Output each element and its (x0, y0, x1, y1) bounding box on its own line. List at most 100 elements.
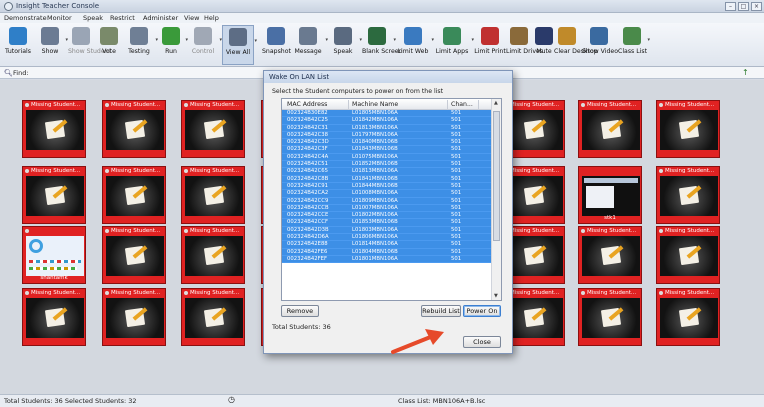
student-tile[interactable]: Missing Student... (22, 166, 86, 224)
control-button[interactable]: Control ▾ (188, 25, 222, 65)
column-mac-address[interactable]: MAC Address (287, 101, 327, 108)
student-tile[interactable]: Missing Student... (578, 100, 642, 158)
toolbar-label: Control (191, 48, 215, 55)
student-tile[interactable]: Missing Student... (102, 288, 166, 346)
mac-address: 002324B42C8B (287, 175, 329, 182)
list-item[interactable]: 002324B30E82 L01805MBN106A 501 (282, 110, 492, 118)
clear-desktop-button[interactable]: Clear Desktop (554, 25, 598, 65)
mute-button[interactable]: Mute (534, 25, 554, 65)
window-title: Insight Teacher Console (16, 2, 100, 10)
status-class-list: Class List: MBN106A+B.lsc (398, 397, 486, 405)
student-tile[interactable]: Missing Student... (181, 166, 245, 224)
column-channel[interactable]: Chan... (451, 101, 473, 108)
student-tile[interactable]: Missing Student... (181, 226, 245, 284)
list-item[interactable]: 002324B42C8B L01841MBN106B 501 (282, 175, 492, 183)
menu-help[interactable]: Help (204, 14, 219, 22)
list-item[interactable]: 002324B42CCB L01007MBN106A 501 (282, 204, 492, 213)
toolbar-label: Clear Desktop (554, 48, 598, 55)
find-icon[interactable]: 🔍︎ (4, 69, 13, 77)
menu-view[interactable]: View (184, 14, 199, 22)
list-item[interactable]: 002324B42FEF L01801MBN106A 501 (282, 255, 492, 264)
student-tile[interactable]: Missing Student... (578, 288, 642, 346)
dropdown-arrow-icon[interactable]: ▾ (647, 37, 650, 43)
status-total: Total Students: 36 Selected Students: 32 (4, 397, 137, 405)
student-tile[interactable]: Missing Student... (22, 100, 86, 158)
list-item[interactable]: 002324B42C3D L01840MBN106B 501 (282, 139, 492, 147)
student-tile[interactable]: Missing Student... (181, 288, 245, 346)
screen-thumbnail (106, 110, 164, 150)
menu-speak[interactable]: Speak (83, 14, 103, 22)
show-video-button[interactable]: Show Video (582, 25, 618, 65)
menu-administer[interactable]: Administer (143, 14, 178, 22)
student-tile[interactable]: stk1 (578, 166, 642, 224)
list-item[interactable]: 002324B42E88 L01814MBN106A 501 (282, 241, 492, 249)
list-item[interactable]: 002324B42C65 L01813MBN106A 501 (282, 168, 492, 176)
tutorials-button[interactable]: Tutorials (4, 25, 32, 65)
student-tile[interactable]: Missing Student... (656, 226, 720, 284)
menu-restrict[interactable]: Restrict (110, 14, 135, 22)
list-item[interactable]: 002324B42FE6 L01804MBN106B 501 (282, 248, 492, 256)
blank-screen-button[interactable]: Blank Screen ▾ (362, 25, 403, 65)
find-label[interactable]: Find: (13, 69, 29, 77)
list-item[interactable]: 002324B42C91 L01844MBN106B 501 (282, 182, 492, 191)
maximize-button[interactable]: □ (738, 2, 749, 11)
list-item[interactable]: 002324B42CCF L01853MBN106B 501 (282, 219, 492, 227)
message-button[interactable]: Message ▾ (292, 25, 328, 65)
close-button[interactable]: Close (463, 336, 501, 348)
list-scrollbar[interactable]: ▲ ▼ (491, 99, 501, 300)
column-machine-name[interactable]: Machine Name (352, 101, 398, 108)
limit-print-button[interactable]: Limit Print (474, 25, 506, 65)
student-tile[interactable]: Missing Student... (102, 166, 166, 224)
snapshot-button[interactable]: Snapshot (262, 25, 291, 65)
vote-button[interactable]: Vote (98, 25, 120, 65)
list-item[interactable]: 002324B42C25 L01842MBN106A 501 (282, 117, 492, 125)
dropdown-arrow-icon[interactable]: ▾ (254, 38, 257, 44)
student-tile[interactable]: Missing Student... (102, 226, 166, 284)
student-tile[interactable]: Missing Student... (656, 100, 720, 158)
list-item[interactable]: 002324B42D6A L01806MBN106A 501 (282, 234, 492, 242)
list-item[interactable]: 002324B42C38 L01797MBN106A 501 (282, 131, 492, 140)
power-on-button[interactable]: Power On (463, 305, 501, 317)
screen-thumbnail (505, 298, 563, 338)
refresh-icon[interactable]: ↑ (742, 68, 750, 77)
student-tile[interactable]: Missing Student... (102, 100, 166, 158)
limit-apps-button[interactable]: Limit Apps ▾ (434, 25, 474, 65)
window-bar (584, 178, 638, 183)
student-tile[interactable]: Missing Student... (22, 288, 86, 346)
limit-web-button[interactable]: Limit Web ▾ (396, 25, 434, 65)
scroll-down-icon[interactable]: ▼ (494, 293, 498, 299)
scroll-up-icon[interactable]: ▲ (494, 100, 498, 106)
mac-list[interactable]: MAC Address Machine Name Chan... 002324B… (281, 98, 502, 301)
list-item[interactable]: 002324B42D3B L01803MBN106A 501 (282, 226, 492, 235)
testing-button[interactable]: Testing ▾ (124, 25, 158, 65)
list-item[interactable]: 002324B42C51 L01852MBN106B 501 (282, 161, 492, 169)
menu-demonstrate[interactable]: Demonstrate (4, 14, 47, 22)
list-item[interactable]: 002324B42C3F L01843MBN106B 501 (282, 146, 492, 154)
show-student-button[interactable]: Show Student (68, 25, 112, 65)
speak-button[interactable]: Speak ▾ (328, 25, 362, 65)
close-window-button[interactable]: × (751, 2, 762, 11)
list-item[interactable]: 002324B42CC9 L01809MBN106A 501 (282, 197, 492, 205)
rebuild-list-button[interactable]: Rebuild List (421, 305, 461, 317)
student-tile[interactable]: Missing Student... (656, 166, 720, 224)
student-tile[interactable]: Missing Student... (578, 226, 642, 284)
show-button[interactable]: Show ▾ (36, 25, 68, 65)
list-item[interactable]: 002324B42CCE L01802MBN106A 501 (282, 212, 492, 220)
student-tile[interactable]: shantamk (22, 226, 86, 284)
vote-icon (100, 27, 118, 45)
student-tile[interactable]: Missing Student... (181, 100, 245, 158)
list-item[interactable]: 002324B42C31 L01813MBN106A 501 (282, 124, 492, 132)
toolbar-label: Show Student (68, 48, 112, 55)
limit-drives-button[interactable]: Limit Drives (506, 25, 543, 65)
scroll-thumb[interactable] (493, 111, 500, 241)
remove-button[interactable]: Remove (281, 305, 319, 317)
class-list-button[interactable]: Class List ▾ (618, 25, 650, 65)
view-all-button[interactable]: View All ▾ (222, 25, 257, 65)
run-button[interactable]: Run ▾ (158, 25, 188, 65)
minimize-button[interactable]: – (725, 2, 736, 11)
channel: 501 (451, 226, 462, 233)
list-item[interactable]: 002324B42CA2 L01008MBN106A 501 (282, 190, 492, 198)
student-tile[interactable]: Missing Student... (656, 288, 720, 346)
menu-monitor[interactable]: Monitor (47, 14, 72, 22)
list-item[interactable]: 002324B42C4A L01075MBN106A 501 (282, 153, 492, 162)
